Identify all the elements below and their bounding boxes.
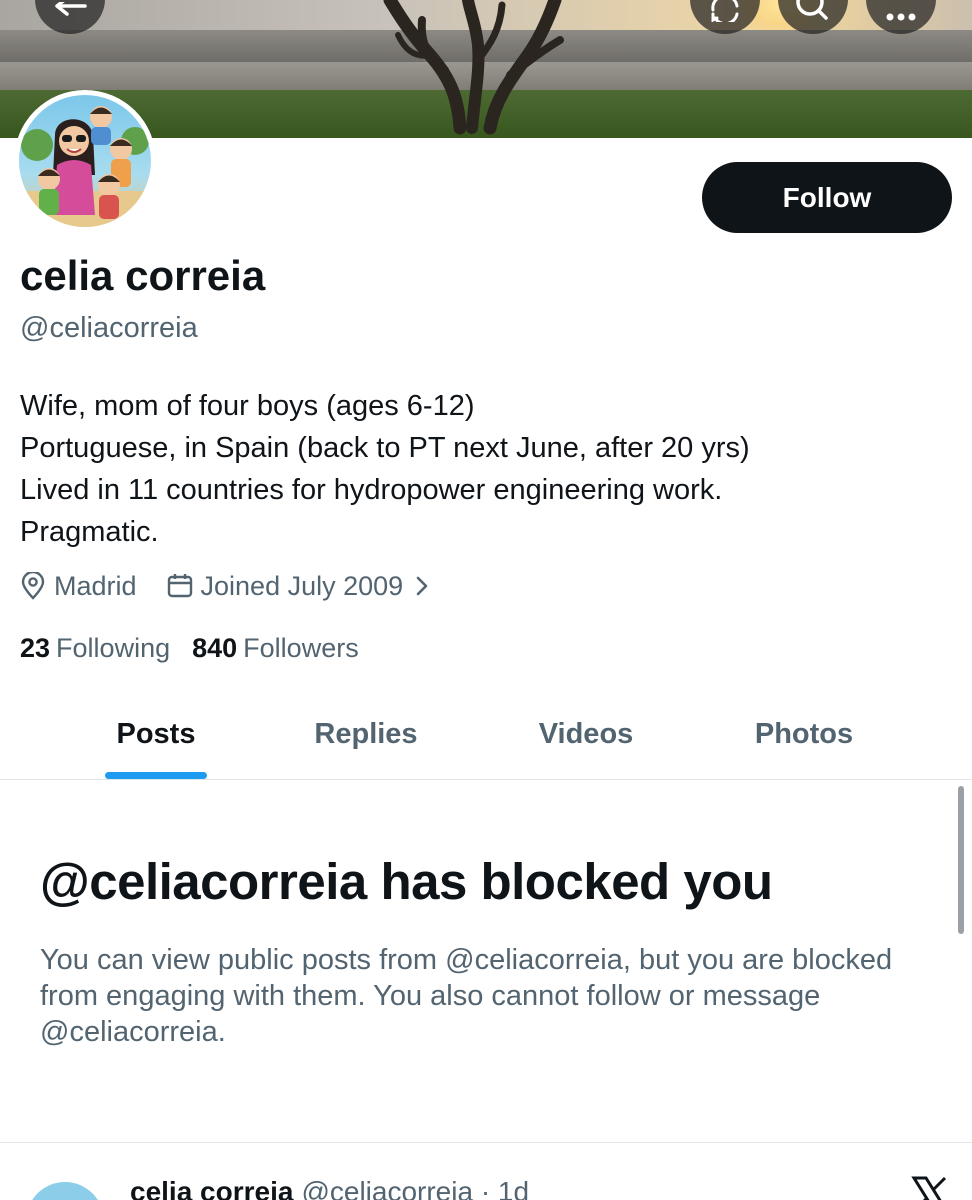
profile-tabs: Posts Replies Videos Photos: [0, 690, 972, 780]
profile-display-name: celia correia: [20, 252, 266, 299]
tab-posts[interactable]: Posts: [60, 690, 252, 779]
profile-stats: 23 Following 840 Followers: [20, 633, 359, 664]
refresh-icon: [709, 0, 741, 22]
post-author-name[interactable]: celia correia: [130, 1176, 293, 1200]
joined-text: Joined July 2009: [200, 570, 404, 601]
arrow-left-icon: [53, 2, 87, 22]
follow-button[interactable]: Follow: [702, 162, 952, 233]
post-handle-time: @celiacorreia · 1d: [301, 1176, 530, 1200]
banner-tree: [383, 0, 564, 135]
scrollbar[interactable]: [958, 786, 964, 934]
tab-photos[interactable]: Photos: [708, 690, 900, 779]
profile-bio: Wife, mom of four boys (ages 6-12) Portu…: [20, 385, 950, 553]
following-count: 23: [20, 633, 51, 663]
profile-meta: Madrid Joined July 2009: [20, 568, 437, 604]
followers-label: Followers: [243, 633, 359, 663]
location-text: Madrid: [54, 570, 137, 601]
bio-line: Lived in 11 countries for hydropower eng…: [20, 474, 723, 506]
post-header: celia correia @celiacorreia · 1d: [130, 1176, 529, 1200]
bio-line: Pragmatic.: [20, 516, 159, 548]
profile-banner[interactable]: [0, 0, 972, 138]
search-icon: [796, 0, 830, 22]
following-label: Following: [56, 633, 171, 663]
location-pin-icon: [20, 572, 54, 600]
blocked-description: You can view public posts from @celiacor…: [40, 944, 893, 1048]
calendar-icon: [167, 573, 201, 599]
blocked-title: @celiacorreia has blocked you: [40, 853, 773, 910]
tab-videos[interactable]: Videos: [490, 690, 682, 779]
bio-line: Wife, mom of four boys (ages 6-12): [20, 390, 475, 422]
x-logo-icon: [910, 1176, 950, 1200]
more-horizontal-icon: [884, 12, 918, 22]
chevron-right-icon: [415, 575, 437, 597]
tab-replies[interactable]: Replies: [270, 690, 462, 779]
profile-handle: @celiacorreia: [20, 312, 198, 344]
active-tab-indicator: [105, 772, 207, 779]
joined-item[interactable]: Joined July 2009: [167, 571, 438, 602]
bio-line: Portuguese, in Spain (back to PT next Ju…: [20, 432, 750, 464]
profile-avatar[interactable]: [14, 90, 156, 232]
divider: [0, 1142, 972, 1143]
following-stat[interactable]: 23 Following: [20, 633, 170, 664]
avatar-illustration: [19, 95, 151, 227]
location-item: Madrid: [20, 571, 137, 602]
post-avatar[interactable]: [26, 1182, 104, 1200]
followers-stat[interactable]: 840 Followers: [192, 633, 359, 664]
followers-count: 840: [192, 633, 238, 663]
